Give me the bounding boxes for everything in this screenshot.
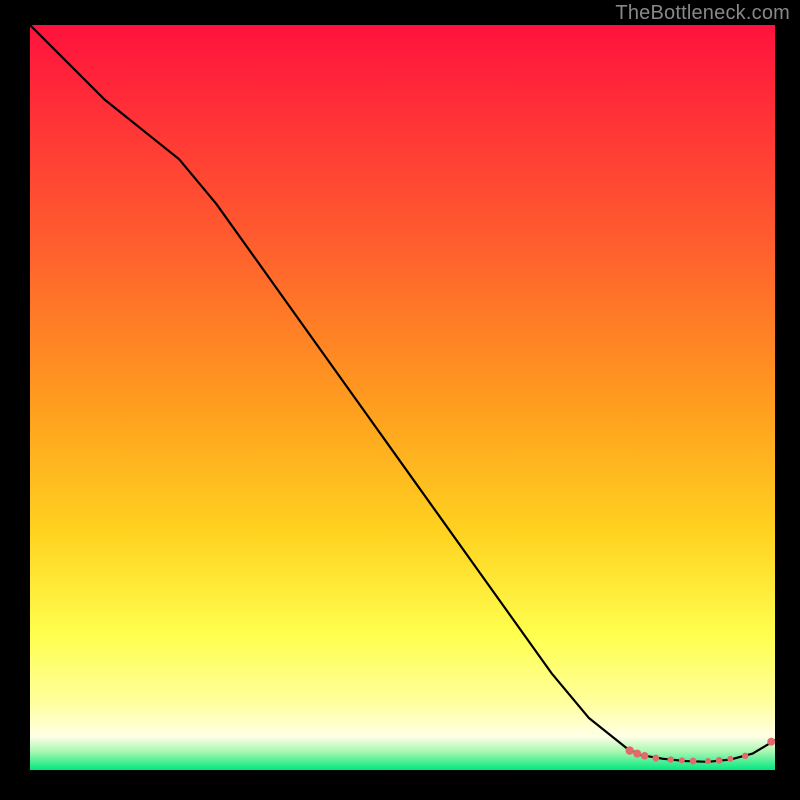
data-marker xyxy=(705,758,711,764)
chart-stage: TheBottleneck.com xyxy=(0,0,800,800)
data-marker xyxy=(716,757,723,764)
gradient-background xyxy=(30,25,775,770)
chart-svg xyxy=(30,25,775,770)
data-marker xyxy=(641,752,649,760)
data-marker xyxy=(742,753,748,759)
plot-area xyxy=(30,25,775,770)
data-marker xyxy=(626,746,634,754)
watermark-label: TheBottleneck.com xyxy=(615,2,790,25)
data-marker xyxy=(668,756,674,762)
data-marker xyxy=(690,758,697,765)
data-marker xyxy=(767,738,775,746)
data-marker xyxy=(727,756,733,762)
data-marker xyxy=(633,750,641,758)
data-marker xyxy=(679,757,685,763)
data-marker xyxy=(652,755,659,762)
